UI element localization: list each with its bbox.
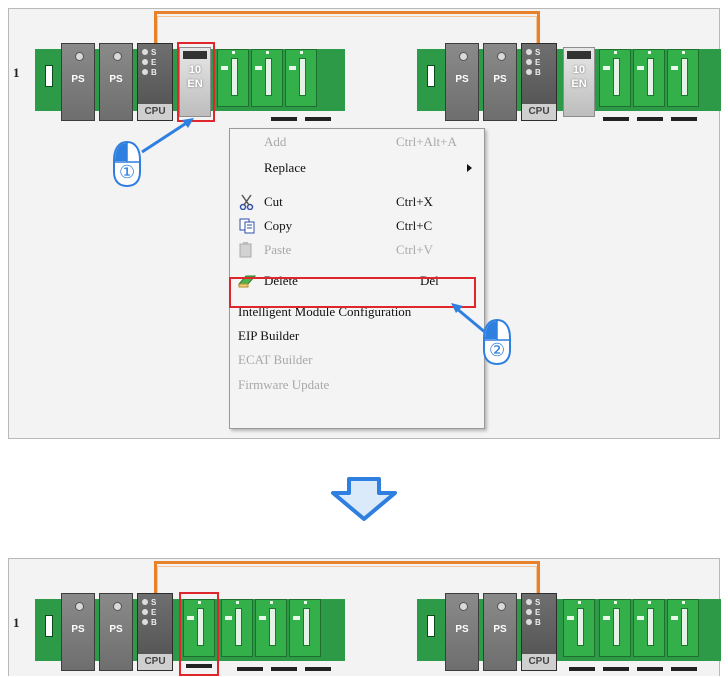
rack-canvas-after: 1 PS PS S E B CPU PS PS S E B CPU [8,558,721,676]
cpu-module[interactable]: S E B CPU [521,593,557,671]
step-1-number: ① [119,162,136,182]
io-module[interactable] [633,599,665,657]
ps-module-2[interactable]: PS [483,593,517,671]
io-module[interactable] [599,49,631,107]
cpu-module[interactable]: S E B CPU [137,43,173,121]
menu-item-eip-builder[interactable]: EIP Builder [230,325,484,347]
ps-module-2[interactable]: PS [99,593,133,671]
ps-module-1[interactable]: PS [445,593,479,671]
io-module[interactable] [289,599,321,657]
io-module[interactable] [599,599,631,657]
io-module[interactable] [633,49,665,107]
io-module[interactable] [667,49,699,107]
io-module[interactable] [667,599,699,657]
paste-icon [239,242,252,258]
menu-item-copy[interactable]: Copy Ctrl+C [230,215,484,237]
io-module[interactable] [217,49,249,107]
io-module[interactable] [285,49,317,107]
ethernet-module[interactable]: 10 EN [563,47,595,117]
ps-module-2[interactable]: PS [99,43,133,121]
delete-item-highlight [229,277,476,308]
menu-item-cut[interactable]: Cut Ctrl+X [230,191,484,213]
io-module[interactable] [221,599,253,657]
menu-item-add[interactable]: Add Ctrl+Alt+A [230,131,484,153]
rack-row-number: 1 [13,615,20,630]
cpu-module[interactable]: S E B CPU [137,593,173,671]
ps-module-1[interactable]: PS [445,43,479,121]
menu-item-replace[interactable]: Replace [230,157,484,179]
rack-row-number: 1 [13,65,20,80]
down-arrow-icon [331,477,397,521]
pointer-arrow-icon [141,118,194,154]
submenu-arrow-icon [467,164,472,172]
cpu-module[interactable]: S E B CPU [521,43,557,121]
menu-item-paste[interactable]: Paste Ctrl+V [230,239,484,261]
io-module[interactable] [255,599,287,657]
menu-item-firmware-update[interactable]: Firmware Update [230,374,484,396]
ps-module-1[interactable]: PS [61,593,95,671]
io-module[interactable] [251,49,283,107]
ps-module-1[interactable]: PS [61,43,95,121]
menu-item-ecat-builder[interactable]: ECAT Builder [230,349,484,371]
ps-module-2[interactable]: PS [483,43,517,121]
io-module[interactable] [563,599,595,657]
step-2-number: ② [489,340,506,360]
selected-module-highlight [177,42,215,122]
scissors-icon [239,194,254,210]
copy-icon [239,218,255,234]
